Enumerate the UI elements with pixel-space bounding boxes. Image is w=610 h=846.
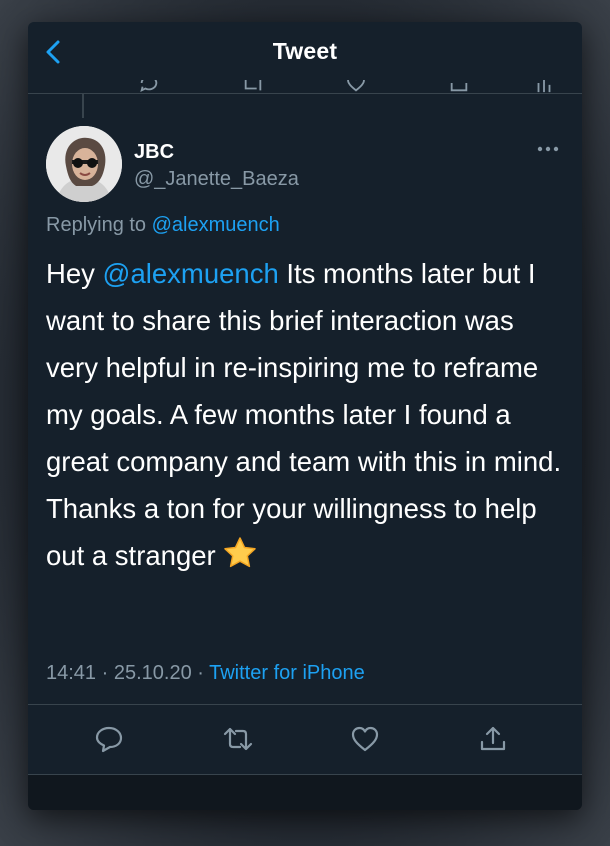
tweet-date: 25.10.20 bbox=[113, 662, 192, 684]
share-button[interactable] bbox=[478, 724, 508, 754]
tweet-meta: 14:41 · 25.10.20 · Twitter for iPhone bbox=[46, 662, 365, 685]
replying-prefix: Replying to bbox=[46, 214, 152, 236]
display-name[interactable]: JBC bbox=[134, 141, 174, 164]
retweet-icon bbox=[223, 727, 253, 751]
header-divider bbox=[28, 93, 582, 94]
heart-icon bbox=[351, 726, 379, 752]
more-options-button[interactable] bbox=[536, 142, 560, 156]
retweet-button[interactable] bbox=[222, 724, 253, 754]
avatar[interactable] bbox=[46, 126, 122, 202]
page-title: Tweet bbox=[272, 38, 338, 64]
star-icon bbox=[224, 537, 257, 568]
share-icon[interactable] bbox=[448, 80, 470, 94]
tweet-screen: Tweet JBC @_Janette_Baeza Replying to @a… bbox=[28, 22, 582, 810]
replying-to: Replying to @alexmuench bbox=[46, 214, 280, 237]
star-emoji bbox=[223, 535, 257, 582]
share-icon bbox=[480, 726, 506, 751]
header: Tweet bbox=[28, 22, 582, 82]
reply-icon[interactable] bbox=[138, 80, 160, 94]
reply-button[interactable] bbox=[94, 724, 124, 754]
tweet-mention-link[interactable]: @alexmuench bbox=[103, 258, 279, 289]
more-horizontal-icon bbox=[537, 146, 559, 152]
tweet-text-body: Its months later but I want to share thi… bbox=[46, 258, 562, 571]
meta-separator-1: · bbox=[96, 662, 114, 684]
analytics-icon[interactable] bbox=[534, 80, 554, 94]
thread-line bbox=[82, 94, 84, 118]
meta-divider bbox=[28, 704, 582, 705]
tweet-text: Hey @alexmuench Its months later but I w… bbox=[46, 250, 568, 582]
reply-area bbox=[28, 775, 582, 810]
previous-tweet-actions bbox=[28, 80, 582, 94]
avatar-photo bbox=[46, 126, 122, 202]
tweet-source-link[interactable]: Twitter for iPhone bbox=[209, 662, 365, 684]
reply-icon bbox=[95, 726, 123, 753]
tweet-text-prefix: Hey bbox=[46, 258, 103, 289]
tweet-time: 14:41 bbox=[46, 662, 97, 684]
meta-separator-2: · bbox=[191, 662, 210, 684]
like-button[interactable] bbox=[350, 724, 380, 754]
heart-icon[interactable] bbox=[344, 80, 368, 94]
retweet-icon[interactable] bbox=[240, 80, 266, 94]
user-handle[interactable]: @_Janette_Baeza bbox=[134, 168, 299, 191]
replying-mention-link[interactable]: @alexmuench bbox=[152, 214, 280, 236]
